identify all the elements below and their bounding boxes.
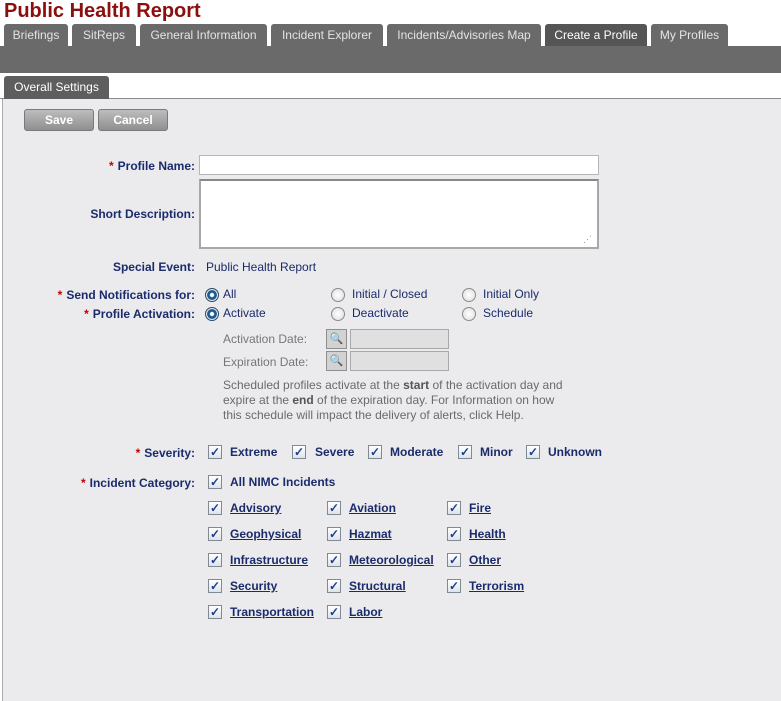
severity-moderate-checkbox[interactable]: ✓: [368, 445, 382, 459]
schedule-help-text: Scheduled profiles activate at the start…: [223, 378, 563, 422]
tab-create-a-profile[interactable]: Create a Profile: [545, 24, 647, 46]
severity-unknown-label[interactable]: Unknown: [548, 445, 602, 459]
category-structural-link[interactable]: Structural: [349, 579, 406, 593]
notify-initial-closed-label[interactable]: Initial / Closed: [352, 287, 427, 301]
activation-schedule-radio[interactable]: [462, 307, 476, 321]
category-transportation-checkbox[interactable]: ✓: [208, 605, 222, 619]
activation-deactivate-label[interactable]: Deactivate: [352, 306, 409, 320]
category-security-link[interactable]: Security: [230, 579, 277, 593]
activation-activate-label[interactable]: Activate: [223, 306, 266, 320]
severity-extreme-label[interactable]: Extreme: [230, 445, 277, 459]
tab-incident-explorer[interactable]: Incident Explorer: [271, 24, 383, 46]
category-meteorological-link[interactable]: Meteorological: [349, 553, 434, 567]
notify-all-radio[interactable]: [205, 288, 219, 302]
severity-unknown-checkbox[interactable]: ✓: [526, 445, 540, 459]
severity-minor-checkbox[interactable]: ✓: [458, 445, 472, 459]
category-structural-checkbox[interactable]: ✓: [327, 579, 341, 593]
category-transportation-link[interactable]: Transportation: [230, 605, 314, 619]
special-event-value: Public Health Report: [206, 260, 317, 274]
activation-date-input[interactable]: [350, 329, 449, 349]
tab-briefings[interactable]: Briefings: [4, 24, 68, 46]
category-geophysical-checkbox[interactable]: ✓: [208, 527, 222, 541]
notify-all-label[interactable]: All: [223, 287, 236, 301]
category-fire-link[interactable]: Fire: [469, 501, 491, 515]
notify-initial-only-radio[interactable]: [462, 288, 476, 302]
incident-category-label: * Incident Category:: [80, 476, 195, 490]
category-health-checkbox[interactable]: ✓: [447, 527, 461, 541]
tab-sitreps[interactable]: SitReps: [72, 24, 136, 46]
category-terrorism-link[interactable]: Terrorism: [469, 579, 524, 593]
profile-activation-label: * Profile Activation:: [84, 307, 195, 321]
category-hazmat-link[interactable]: Hazmat: [349, 527, 392, 541]
category-fire-checkbox[interactable]: ✓: [447, 501, 461, 515]
category-hazmat-checkbox[interactable]: ✓: [327, 527, 341, 541]
subtab-strip: [0, 73, 781, 99]
severity-severe-label[interactable]: Severe: [315, 445, 354, 459]
expiration-date-picker-icon[interactable]: 🔍: [326, 351, 347, 371]
activation-date-label: Activation Date:: [223, 332, 308, 346]
page-title: Public Health Report: [4, 0, 201, 22]
short-description-textarea[interactable]: ⋰: [199, 179, 599, 249]
severity-severe-checkbox[interactable]: ✓: [292, 445, 306, 459]
category-terrorism-checkbox[interactable]: ✓: [447, 579, 461, 593]
tab-content-bar: [0, 46, 781, 73]
category-infrastructure-checkbox[interactable]: ✓: [208, 553, 222, 567]
category-advisory-link[interactable]: Advisory: [230, 501, 281, 515]
profile-name-input[interactable]: [199, 155, 599, 175]
all-nimc-incidents-label[interactable]: All NIMC Incidents: [230, 475, 335, 489]
send-notifications-label: * Send Notifications for:: [57, 288, 195, 302]
severity-moderate-label[interactable]: Moderate: [390, 445, 443, 459]
category-labor-checkbox[interactable]: ✓: [327, 605, 341, 619]
activation-deactivate-radio[interactable]: [331, 307, 345, 321]
tab-my-profiles[interactable]: My Profiles: [651, 24, 728, 46]
severity-extreme-checkbox[interactable]: ✓: [208, 445, 222, 459]
category-aviation-checkbox[interactable]: ✓: [327, 501, 341, 515]
category-geophysical-link[interactable]: Geophysical: [230, 527, 301, 541]
category-health-link[interactable]: Health: [469, 527, 506, 541]
severity-minor-label[interactable]: Minor: [480, 445, 513, 459]
category-other-checkbox[interactable]: ✓: [447, 553, 461, 567]
notify-initial-closed-radio[interactable]: [331, 288, 345, 302]
subtab-overall-settings[interactable]: Overall Settings: [4, 76, 109, 100]
profile-name-label: * Profile Name:: [108, 159, 195, 173]
required-marker: *: [108, 159, 114, 173]
category-aviation-link[interactable]: Aviation: [349, 501, 396, 515]
activation-activate-radio[interactable]: [205, 307, 219, 321]
category-infrastructure-link[interactable]: Infrastructure: [230, 553, 308, 567]
category-labor-link[interactable]: Labor: [349, 605, 382, 619]
expiration-date-input[interactable]: [350, 351, 449, 371]
save-button[interactable]: Save: [24, 109, 94, 131]
short-description-label: Short Description:: [90, 207, 195, 221]
severity-label: * Severity:: [135, 446, 195, 460]
activation-schedule-label[interactable]: Schedule: [483, 306, 533, 320]
notify-initial-only-label[interactable]: Initial Only: [483, 287, 539, 301]
tab-incidents-advisories-map[interactable]: Incidents/Advisories Map: [387, 24, 541, 46]
tab-general-information[interactable]: General Information: [140, 24, 267, 46]
expiration-date-label: Expiration Date:: [223, 355, 309, 369]
cancel-button[interactable]: Cancel: [98, 109, 168, 131]
category-other-link[interactable]: Other: [469, 553, 501, 567]
category-advisory-checkbox[interactable]: ✓: [208, 501, 222, 515]
all-nimc-incidents-checkbox[interactable]: ✓: [208, 475, 222, 489]
category-security-checkbox[interactable]: ✓: [208, 579, 222, 593]
category-meteorological-checkbox[interactable]: ✓: [327, 553, 341, 567]
resize-grip-icon[interactable]: ⋰: [583, 234, 593, 244]
activation-date-picker-icon[interactable]: 🔍: [326, 329, 347, 349]
special-event-label: Special Event:: [112, 260, 195, 274]
